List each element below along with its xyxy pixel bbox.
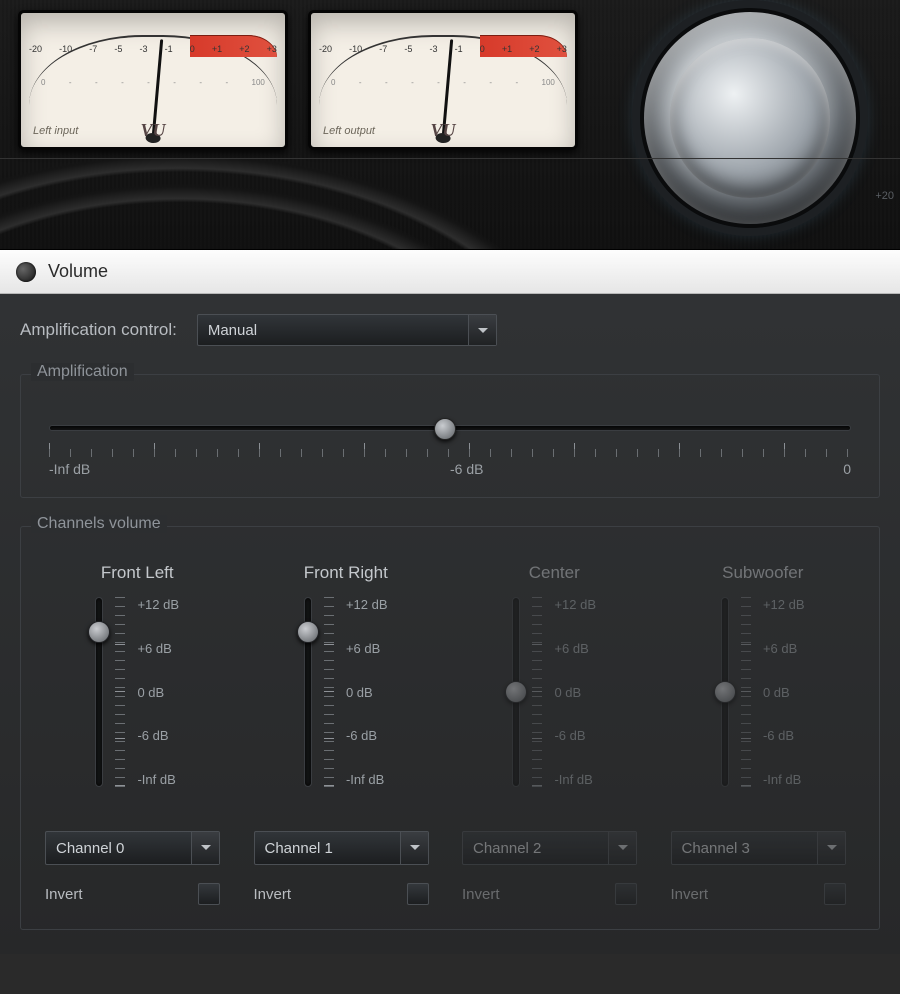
channel-1-tick-labels: +12 dB+6 dB0 dB-6 dB-Inf dB — [346, 597, 388, 787]
channel-3-tick-labels: +12 dB+6 dB0 dB-6 dB-Inf dB — [763, 597, 805, 787]
vu-left-label: VU — [140, 121, 165, 139]
channel-1-select-value: Channel 1 — [265, 840, 333, 857]
amp-control-value: Manual — [208, 322, 257, 339]
channel-3-select-value: Channel 3 — [682, 840, 750, 857]
channels-group-title: Channels volume — [31, 515, 167, 533]
channel-0-invert-label: Invert — [45, 886, 83, 903]
channel-0-tick-labels: +12 dB+6 dB0 dB-6 dB-Inf dB — [137, 597, 179, 787]
knob-max-label: +20 — [875, 190, 894, 202]
channel-0-name: Front Left — [101, 563, 174, 583]
channel-0-select-value: Channel 0 — [56, 840, 124, 857]
vu-right-caption: Left output — [323, 126, 375, 137]
vu-right-label: VU — [430, 121, 455, 139]
vu-right-scale-bot: 0-------100 — [331, 79, 555, 87]
channel-0-invert: Invert — [45, 883, 220, 905]
channel-3-ticks — [741, 597, 751, 787]
amplification-group-title: Amplification — [31, 363, 134, 381]
channel-2-select: Channel 2 — [462, 831, 637, 865]
speaker-icon — [16, 262, 36, 282]
channel-1-slider[interactable] — [304, 597, 312, 787]
channel-3-thumb — [714, 681, 736, 703]
channel-2-slider — [512, 597, 520, 787]
chevron-down-icon — [468, 315, 496, 345]
channel-0-select[interactable]: Channel 0 — [45, 831, 220, 865]
vu-left-scale-top: -20-10-7-5-3-10+1+2+3 — [29, 45, 277, 54]
channel-1-invert-checkbox[interactable] — [407, 883, 429, 905]
section-header: Volume — [0, 250, 900, 294]
channel-0-ticks — [115, 597, 125, 787]
channel-1-name: Front Right — [304, 563, 388, 583]
channel-2-invert-checkbox — [615, 883, 637, 905]
amplification-tick-labels: -Inf dB -6 dB 0 — [49, 457, 851, 477]
vu-left-scale-bot: 0-------100 — [41, 79, 265, 87]
channel-3-invert-checkbox — [824, 883, 846, 905]
channel-2-name: Center — [529, 563, 580, 583]
vu-right-scale-top: -20-10-7-5-3-10+1+2+3 — [319, 45, 567, 54]
amplification-group: Amplification -Inf dB -6 dB 0 — [20, 374, 880, 498]
amplification-ticks — [49, 443, 851, 457]
channel-2-thumb — [505, 681, 527, 703]
main-volume-knob[interactable] — [640, 8, 860, 228]
channel-0-invert-checkbox[interactable] — [198, 883, 220, 905]
amplification-thumb[interactable] — [434, 418, 456, 440]
channel-0: Front Left +12 dB+6 dB0 dB-6 dB-Inf dB — [45, 559, 230, 807]
channel-1-thumb[interactable] — [297, 621, 319, 643]
chevron-down-icon — [817, 832, 845, 864]
channel-3: Subwoofer +12 dB+6 dB0 dB-6 dB-Inf dB — [671, 559, 856, 807]
amp-control-label: Amplification control: — [20, 320, 177, 340]
channel-1-invert-label: Invert — [254, 886, 292, 903]
chevron-down-icon — [400, 832, 428, 864]
channel-2-tick-labels: +12 dB+6 dB0 dB-6 dB-Inf dB — [554, 597, 596, 787]
channel-3-invert: Invert — [671, 883, 846, 905]
section-title: Volume — [48, 261, 108, 282]
chevron-down-icon — [191, 832, 219, 864]
channel-1: Front Right +12 dB+6 dB0 dB-6 dB-Inf dB — [254, 559, 439, 807]
channel-1-ticks — [324, 597, 334, 787]
vu-meter-right: -20-10-7-5-3-10+1+2+3 0-------100 VU Lef… — [308, 10, 578, 150]
channel-2-invert: Invert — [462, 883, 637, 905]
channels-group: Channels volume Front Left +12 dB+6 dB0 … — [20, 526, 880, 930]
hardware-panel: -20-10-7-5-3-10+1+2+3 0-------100 VU Lef… — [0, 0, 900, 250]
channel-2-invert-label: Invert — [462, 886, 500, 903]
channel-2-select-value: Channel 2 — [473, 840, 541, 857]
channel-0-slider[interactable] — [95, 597, 103, 787]
channel-3-slider — [721, 597, 729, 787]
chevron-down-icon — [608, 832, 636, 864]
vu-meter-left: -20-10-7-5-3-10+1+2+3 0-------100 VU Lef… — [18, 10, 288, 150]
channel-3-select: Channel 3 — [671, 831, 846, 865]
channel-2: Center +12 dB+6 dB0 dB-6 dB-Inf dB — [462, 559, 647, 807]
channel-3-name: Subwoofer — [722, 563, 803, 583]
channel-0-thumb[interactable] — [88, 621, 110, 643]
volume-config: Amplification control: Manual Amplificat… — [0, 294, 900, 954]
vu-left-caption: Left input — [33, 126, 78, 137]
amplification-slider[interactable] — [49, 425, 851, 431]
channel-2-ticks — [532, 597, 542, 787]
channel-1-select[interactable]: Channel 1 — [254, 831, 429, 865]
channel-1-invert: Invert — [254, 883, 429, 905]
amp-control-select[interactable]: Manual — [197, 314, 497, 346]
channel-3-invert-label: Invert — [671, 886, 709, 903]
